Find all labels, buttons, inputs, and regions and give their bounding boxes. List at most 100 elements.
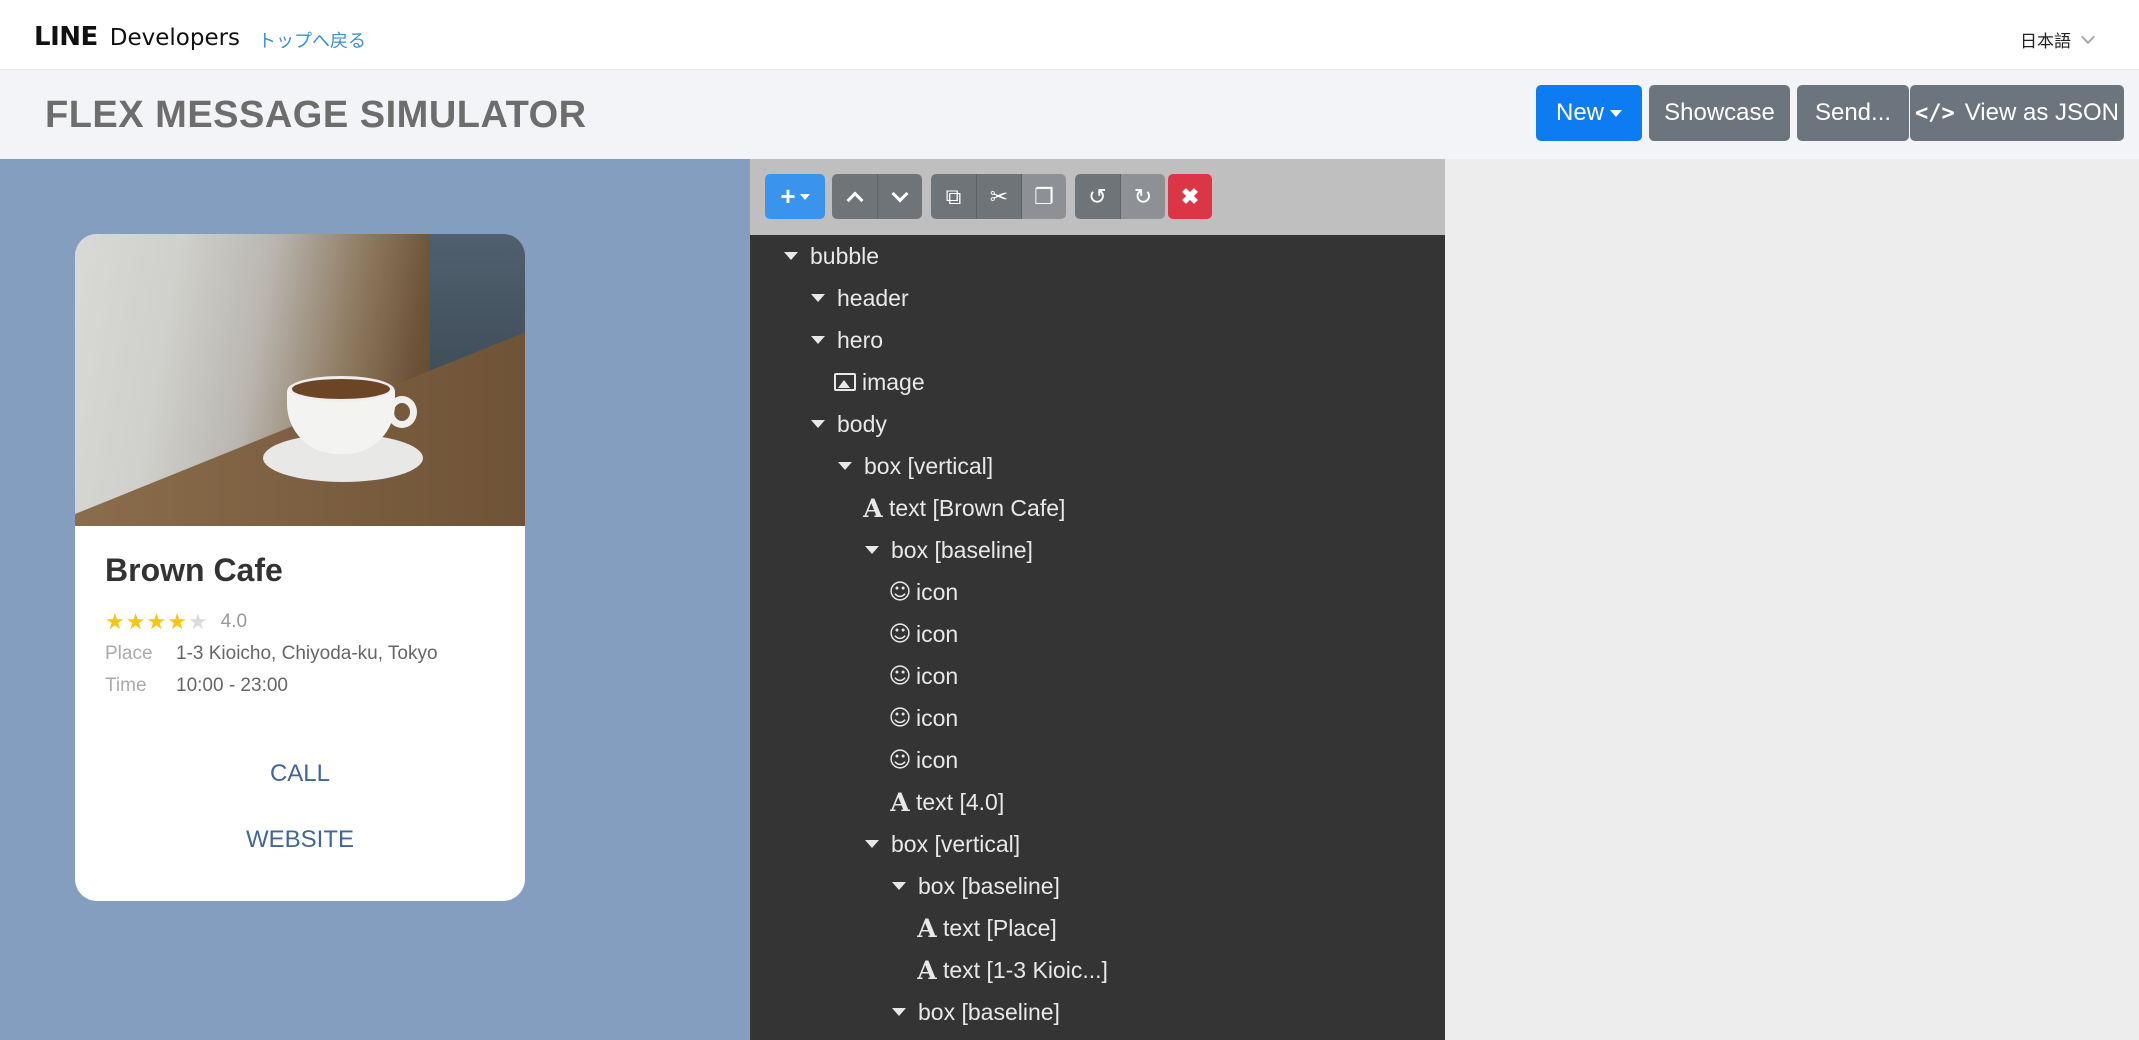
image-icon xyxy=(834,373,856,391)
redo-button[interactable]: ↻ xyxy=(1120,174,1165,219)
undo-icon: ↺ xyxy=(1088,183,1107,209)
language-selector[interactable]: 日本語 xyxy=(2020,27,2096,52)
tree-node-box-baseline[interactable]: box [baseline] xyxy=(892,865,1060,907)
place-row: Place 1-3 Kioicho, Chiyoda-ku, Tokyo xyxy=(105,643,505,665)
cut-button[interactable]: ✂ xyxy=(976,174,1021,219)
smiley-icon: ☺ xyxy=(888,705,912,731)
language-label: 日本語 xyxy=(2020,32,2071,51)
card-body: Brown Cafe ★ ★ ★ ★ ★ 4.0 Place 1-3 Kioic… xyxy=(105,552,505,697)
tree-node-label: text [Place] xyxy=(943,914,1057,941)
star-empty-icon: ★ xyxy=(187,609,208,634)
view-as-json-label: View as JSON xyxy=(1964,99,2120,126)
close-icon: ✖ xyxy=(1180,183,1200,209)
tree-node-icon[interactable]: ☺ icon xyxy=(888,697,959,739)
caret-down-icon xyxy=(838,462,852,470)
place-value: 1-3 Kioicho, Chiyoda-ku, Tokyo xyxy=(176,643,438,664)
tree-node-box-vertical[interactable]: box [vertical] xyxy=(838,445,993,487)
tree-node-label: text [1-3 Kioic...] xyxy=(943,956,1108,983)
caret-down-icon xyxy=(892,1008,906,1016)
smiley-icon: ☺ xyxy=(888,663,912,689)
tree-node-label: bubble xyxy=(810,242,880,269)
caret-down-icon xyxy=(811,294,825,302)
caret-down-icon xyxy=(1610,109,1622,117)
rating-value: 4.0 xyxy=(220,611,248,632)
time-value: 10:00 - 23:00 xyxy=(176,675,288,696)
new-button[interactable]: New xyxy=(1536,85,1642,141)
view-as-json-button[interactable]: </> View as JSON xyxy=(1910,85,2124,141)
website-button[interactable]: WEBSITE xyxy=(75,826,525,854)
tree-node-icon[interactable]: ☺ icon xyxy=(888,571,959,613)
call-button[interactable]: CALL xyxy=(75,760,525,788)
tree-node-box-baseline[interactable]: box [baseline] xyxy=(892,991,1060,1033)
brand-line-text: LINE xyxy=(34,22,98,52)
tree-node-label: image xyxy=(862,368,925,395)
tree-node-label: icon xyxy=(916,620,959,647)
new-button-label: New xyxy=(1555,99,1604,126)
tree-toolbar: + ⧉ ✂ ❐ ↺ ↻ ✖ xyxy=(750,159,1445,235)
star-icon: ★ xyxy=(105,609,125,634)
scissors-icon: ✂ xyxy=(989,183,1009,209)
tree-node-label: icon xyxy=(916,662,959,689)
tree-node-text[interactable]: Atext [1-3 Kioic...] xyxy=(915,949,1108,991)
tree-node-label: box [baseline] xyxy=(918,998,1060,1025)
star-icon: ★ xyxy=(167,609,187,634)
chevron-down-icon xyxy=(891,185,909,202)
smiley-icon: ☺ xyxy=(888,579,912,605)
component-tree-panel: + ⧉ ✂ ❐ ↺ ↻ ✖ bubble header hero image b… xyxy=(750,159,1445,1040)
brand-developers-text: Developers xyxy=(109,25,241,51)
tree-node-box-vertical[interactable]: box [vertical] xyxy=(865,823,1020,865)
text-icon: A xyxy=(917,955,937,985)
tree-node-text[interactable]: Atext [4.0] xyxy=(888,781,1004,823)
paste-icon: ❐ xyxy=(1034,183,1054,209)
tree-node-label: box [vertical] xyxy=(864,452,994,479)
undo-button[interactable]: ↺ xyxy=(1075,174,1120,219)
tree-node-text[interactable]: Atext [Place] xyxy=(915,907,1057,949)
move-down-button[interactable] xyxy=(877,174,922,219)
star-icon: ★ xyxy=(125,609,146,634)
tree-node-body[interactable]: body xyxy=(811,403,887,445)
back-to-top-link[interactable]: トップへ戻る xyxy=(258,27,366,53)
code-icon: </> xyxy=(1914,100,1955,126)
delete-button[interactable]: ✖ xyxy=(1168,174,1212,219)
rating-row: ★ ★ ★ ★ ★ 4.0 xyxy=(105,611,505,633)
caret-down-icon xyxy=(811,336,825,344)
tree-node-box-baseline[interactable]: box [baseline] xyxy=(865,529,1033,571)
tree-node-label: box [baseline] xyxy=(891,536,1033,563)
tree-node-label: box [vertical] xyxy=(891,830,1021,857)
tree-node-label: hero xyxy=(837,326,884,353)
tree-node-image[interactable]: image xyxy=(834,361,925,403)
tree-node-icon[interactable]: ☺ icon xyxy=(888,655,959,697)
flex-bubble-card[interactable]: Brown Cafe ★ ★ ★ ★ ★ 4.0 Place 1-3 Kioic… xyxy=(75,234,525,901)
text-icon: A xyxy=(863,493,883,523)
tree-node-icon[interactable]: ☺ icon xyxy=(888,613,959,655)
star-icon: ★ xyxy=(146,609,167,634)
copy-button[interactable]: ⧉ xyxy=(931,174,976,219)
caret-down-icon xyxy=(865,546,879,554)
tree-node-label: icon xyxy=(916,704,959,731)
hero-image[interactable] xyxy=(75,234,525,526)
tree-node-text[interactable]: Atext [Brown Cafe] xyxy=(861,487,1065,529)
latte-art-shape xyxy=(289,376,393,402)
text-icon: A xyxy=(917,913,937,943)
tree-node-label: body xyxy=(837,410,887,437)
tree-node-bubble[interactable]: bubble xyxy=(784,235,879,277)
caret-down-icon xyxy=(811,420,825,428)
showcase-button[interactable]: Showcase xyxy=(1649,85,1790,141)
page-title: FLEX MESSAGE SIMULATOR xyxy=(45,94,587,136)
property-panel xyxy=(1445,159,2139,1040)
move-up-button[interactable] xyxy=(832,174,877,219)
tree-node-label: text [Brown Cafe] xyxy=(889,494,1066,521)
plus-icon: + xyxy=(780,181,796,211)
redo-icon: ↻ xyxy=(1133,183,1153,209)
tree-node-header[interactable]: header xyxy=(811,277,909,319)
tree-node-hero[interactable]: hero xyxy=(811,319,883,361)
copy-icon: ⧉ xyxy=(945,183,962,209)
tree-node-label: icon xyxy=(916,578,959,605)
paste-button[interactable]: ❐ xyxy=(1021,174,1066,219)
tree-node-label: header xyxy=(837,284,909,311)
tree-node-icon[interactable]: ☺ icon xyxy=(888,739,959,781)
add-component-button[interactable]: + xyxy=(765,174,825,219)
brand-logo[interactable]: LINE Developers xyxy=(34,22,240,52)
caret-down-icon xyxy=(799,193,810,200)
send-button[interactable]: Send... xyxy=(1797,85,1909,141)
